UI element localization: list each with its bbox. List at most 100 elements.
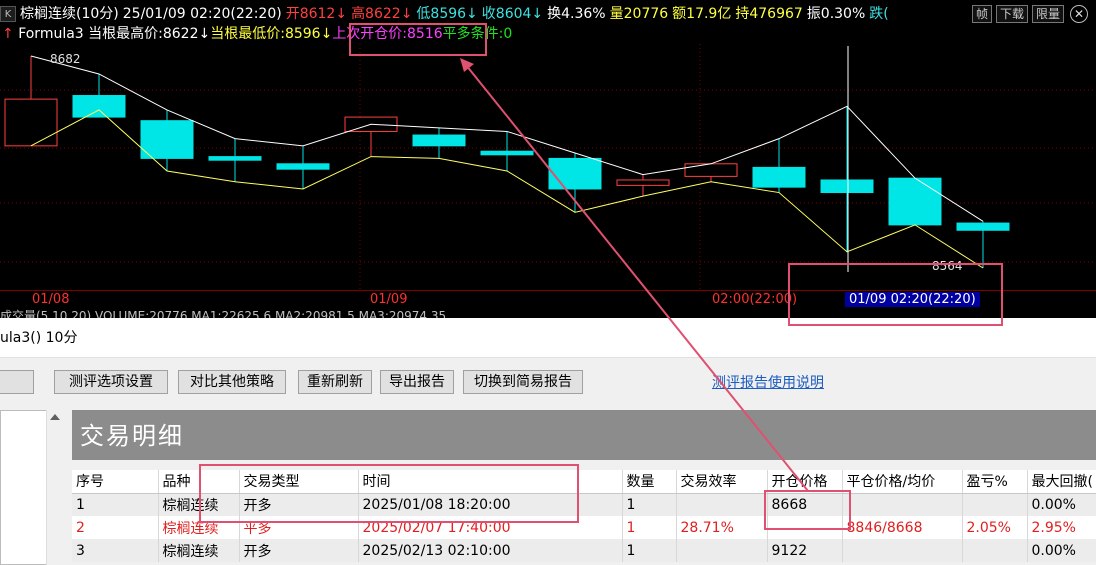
symbol-name: 棕榈连续(10分) bbox=[20, 6, 119, 22]
amplitude: 振0.30% bbox=[806, 6, 866, 22]
formula-arrow-icon: ↑ bbox=[2, 26, 14, 42]
col-header[interactable]: 时间 bbox=[358, 470, 623, 494]
candle-body bbox=[684, 163, 738, 177]
cell-pnl bbox=[962, 539, 1028, 562]
cell-symbol: 棕榈连续 bbox=[158, 539, 240, 562]
close-icon[interactable]: ✕ bbox=[1070, 5, 1088, 23]
candle-body bbox=[276, 163, 330, 170]
cell-trade-type: 开多 bbox=[239, 493, 359, 516]
cell-close-price: 8846/8668 bbox=[842, 516, 963, 539]
table-row[interactable]: 1 棕榈连续 开多 2025/01/08 18:20:00 1 8668 0.0… bbox=[72, 493, 1096, 516]
cell-index: 3 bbox=[72, 539, 159, 562]
cell-trade-type: 开多 bbox=[239, 539, 359, 562]
candle-body bbox=[820, 179, 874, 194]
trade-detail-title: 交易明细 bbox=[80, 422, 184, 450]
cell-efficiency bbox=[676, 539, 768, 562]
cell-time: 2025/02/07 17:40:00 bbox=[358, 516, 623, 539]
cell-open-price: 9122 bbox=[767, 539, 843, 562]
date-label: 01/09 bbox=[370, 292, 408, 307]
chart-type-badge[interactable]: K bbox=[0, 6, 16, 22]
frame-button[interactable]: 帧 bbox=[971, 5, 992, 23]
open-interest: 持476967 bbox=[735, 6, 803, 22]
formula-min-low: 当根最低价:8596↓ bbox=[210, 26, 333, 42]
cell-index: 2 bbox=[72, 516, 159, 539]
candle-body bbox=[888, 177, 942, 226]
kline-chart-panel[interactable]: 8682 8564 K 棕榈连续(10分) 25/01/09 02:20(22:20)… bbox=[0, 0, 1096, 318]
table-header-row: 序号 品种 交易类型 时间 数量 交易效率 开仓价格 平仓价格/均价 盈亏% 最… bbox=[72, 470, 1096, 494]
cell-pnl bbox=[962, 493, 1028, 516]
col-header[interactable]: 开仓价格 bbox=[767, 470, 843, 494]
candle-body bbox=[4, 98, 58, 147]
candle-body bbox=[616, 179, 670, 186]
cell-symbol: 棕榈连续 bbox=[158, 493, 240, 516]
candle-body bbox=[752, 166, 806, 188]
amount: 额17.9亿 bbox=[672, 6, 732, 22]
col-header[interactable]: 品种 bbox=[158, 470, 240, 494]
export-report-button[interactable]: 导出报告 bbox=[380, 370, 454, 394]
trade-table: 序号 品种 交易类型 时间 数量 交易效率 开仓价格 平仓价格/均价 盈亏% 最… bbox=[72, 470, 1096, 562]
col-header[interactable]: 数量 bbox=[622, 470, 677, 494]
date-label: 01/08 bbox=[32, 292, 70, 307]
col-header[interactable]: 盈亏% bbox=[962, 470, 1028, 494]
cursor-date-label: 01/09 02:20(22:20) bbox=[845, 292, 980, 307]
candle-body bbox=[956, 222, 1010, 231]
formula-exit-cond: 平多条件:0 bbox=[442, 26, 513, 42]
col-header[interactable]: 最大回撤( bbox=[1027, 470, 1096, 494]
quote-header: K 棕榈连续(10分) 25/01/09 02:20(22:20) 开8612↓ 高86… bbox=[0, 4, 893, 24]
col-header[interactable]: 平仓价格/均价 bbox=[842, 470, 963, 494]
cell-trade-type: 平多 bbox=[239, 516, 359, 539]
scroll-up-icon[interactable] bbox=[50, 414, 60, 420]
cell-efficiency: 28.71% bbox=[676, 516, 768, 539]
col-header[interactable]: 序号 bbox=[72, 470, 159, 494]
table-row[interactable]: 2 棕榈连续 平多 2025/02/07 17:40:00 1 28.71% 8… bbox=[72, 516, 1096, 539]
cell-pnl: 2.05% bbox=[962, 516, 1028, 539]
cell-efficiency bbox=[676, 493, 768, 516]
min-price-label: 8564 bbox=[932, 259, 963, 273]
col-header[interactable]: 交易效率 bbox=[676, 470, 768, 494]
report-help-link[interactable]: 测评报告使用说明 bbox=[712, 372, 824, 392]
download-button[interactable]: 下载 bbox=[995, 5, 1028, 23]
formula-line: ↑ Formula3 当根最高价:8622↓当根最低价:8596↓上次开仓价:8… bbox=[2, 24, 512, 44]
compare-strategies-button[interactable]: 对比其他策略 bbox=[178, 370, 286, 394]
cell-qty: 1 bbox=[622, 493, 677, 516]
open-price: 开8612↓ bbox=[285, 6, 348, 22]
backtest-report-panel: ula3() 10分 测评选项设置 对比其他策略 重新刷新 导出报告 切换到简易… bbox=[0, 318, 1096, 565]
eval-options-button[interactable]: 测评选项设置 bbox=[54, 370, 168, 394]
cell-drawdown: 2.95% bbox=[1027, 516, 1096, 539]
cell-index: 1 bbox=[72, 493, 159, 516]
candle-body bbox=[72, 95, 126, 118]
cell-open-price bbox=[767, 516, 843, 539]
limit-button[interactable]: 限量 bbox=[1031, 5, 1064, 23]
quote-datetime: 25/01/09 02:20(22:20) bbox=[122, 6, 282, 22]
volume: 量20776 bbox=[609, 6, 669, 22]
formula-name[interactable]: Formula3 bbox=[18, 26, 84, 42]
switch-simple-report-button[interactable]: 切换到简易报告 bbox=[463, 370, 583, 394]
trade-detail-header: 交易明细 bbox=[72, 410, 1096, 460]
turnover-rate: 换4.36% bbox=[547, 6, 606, 22]
date-label: 02:00(22:00) bbox=[712, 292, 798, 307]
candle-body bbox=[548, 157, 602, 190]
report-window-title: ula3() 10分 bbox=[0, 318, 1096, 358]
cell-time: 2025/01/08 18:20:00 bbox=[358, 493, 623, 516]
candle-body bbox=[480, 150, 534, 156]
high-price: 高8622↓ bbox=[351, 6, 413, 22]
tree-scrollbar[interactable] bbox=[46, 410, 64, 565]
cell-open-price: 8668 bbox=[767, 493, 843, 516]
col-header[interactable]: 交易类型 bbox=[239, 470, 359, 494]
candle-body bbox=[412, 134, 466, 147]
formula-last-open: 上次开仓价:8516 bbox=[332, 26, 443, 42]
cell-qty: 1 bbox=[622, 539, 677, 562]
partial-button[interactable] bbox=[0, 370, 34, 394]
max-price-label: 8682 bbox=[50, 52, 81, 66]
cell-qty: 1 bbox=[622, 516, 677, 539]
cell-close-price bbox=[842, 539, 963, 562]
low-price: 低8596↓ bbox=[416, 6, 478, 22]
formula-max-high: 当根最高价:8622↓ bbox=[88, 26, 211, 42]
close-price: 收8604↓ bbox=[481, 6, 544, 22]
table-row[interactable]: 3 棕榈连续 开多 2025/02/13 02:10:00 1 9122 0.0… bbox=[72, 539, 1096, 562]
price-change: 跌( bbox=[869, 6, 889, 22]
cell-drawdown: 0.00% bbox=[1027, 539, 1096, 562]
chart-window-buttons: 帧 下载 限量 bbox=[971, 5, 1064, 23]
refresh-button[interactable]: 重新刷新 bbox=[298, 370, 372, 394]
cell-symbol: 棕榈连续 bbox=[158, 516, 240, 539]
